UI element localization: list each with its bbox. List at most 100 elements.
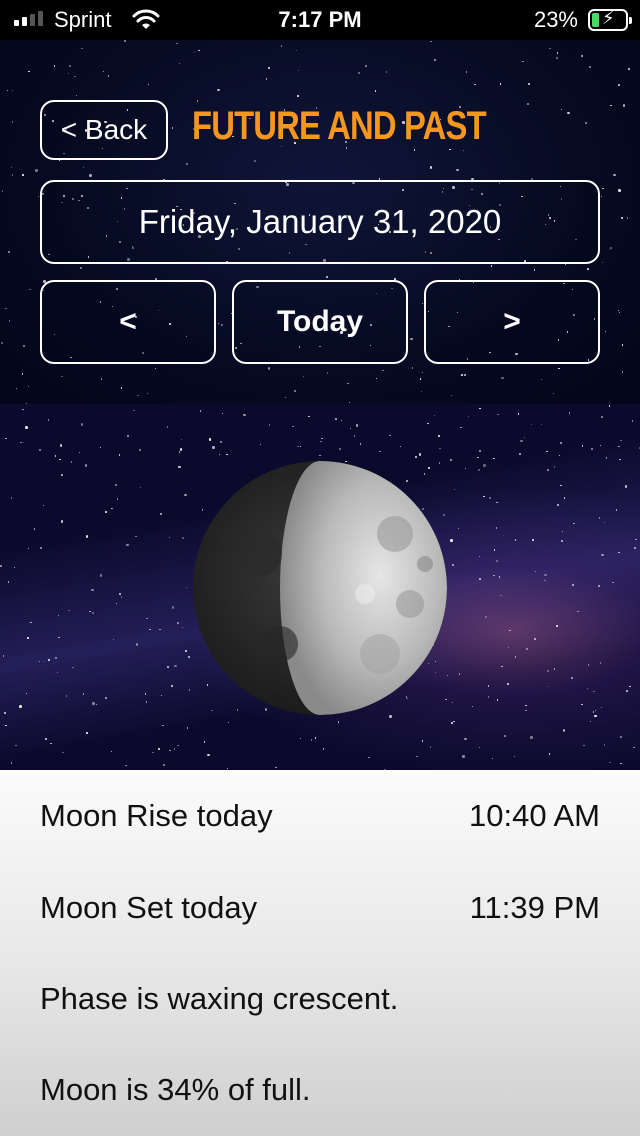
star [196, 100, 199, 102]
star [89, 174, 92, 177]
star [61, 375, 63, 378]
star [621, 371, 624, 373]
back-button[interactable]: < Back [40, 100, 168, 160]
star [347, 382, 349, 385]
star [5, 307, 7, 310]
status-bar: Sprint 7:17 PM 23% ⚡ [0, 0, 640, 40]
star [604, 330, 607, 333]
moon-info-panel: Moon Rise today 10:40 AM Moon Set today … [0, 770, 640, 1136]
star [549, 47, 551, 50]
star [552, 392, 555, 395]
today-button[interactable]: Today [232, 280, 408, 364]
star [74, 75, 76, 78]
star [23, 345, 25, 347]
star [608, 248, 611, 251]
star [527, 82, 531, 86]
star [628, 68, 630, 70]
star [522, 60, 524, 63]
star [198, 49, 200, 52]
star [75, 94, 78, 97]
star [28, 70, 30, 72]
star [27, 385, 30, 388]
star [410, 337, 413, 341]
star [326, 372, 329, 374]
star [600, 195, 603, 198]
charging-bolt-icon: ⚡ [602, 8, 615, 28]
star [11, 174, 14, 176]
star [610, 104, 612, 107]
star [193, 51, 196, 53]
star [587, 268, 589, 270]
star [171, 127, 173, 129]
star [419, 378, 422, 380]
date-label: Friday, January 31, 2020 [138, 203, 502, 240]
star [124, 40, 126, 42]
moon-phase-image [193, 461, 447, 715]
next-day-button[interactable]: > [424, 280, 600, 364]
star [297, 95, 299, 97]
star [374, 90, 376, 92]
star [618, 84, 620, 86]
star [567, 111, 570, 115]
header-starfield: < Back Future and Past Friday, January 3… [0, 40, 640, 404]
star [297, 69, 300, 72]
star [265, 78, 268, 80]
back-button-label: < Back [60, 114, 148, 145]
star [601, 261, 604, 264]
star [120, 387, 123, 389]
star [429, 166, 432, 169]
star [326, 276, 328, 278]
moon-rise-value: 10:40 AM [469, 798, 600, 833]
star [411, 367, 414, 369]
star [8, 320, 10, 322]
star [375, 377, 378, 379]
moon-rise-label: Moon Rise today [40, 798, 273, 833]
star [178, 62, 181, 65]
moon-percent-text: Moon is 34% of full. [40, 1072, 311, 1107]
star [456, 168, 459, 172]
moon-phase-text: Phase is waxing crescent. [40, 981, 399, 1016]
star [365, 65, 367, 67]
star [357, 71, 361, 75]
star [22, 174, 24, 176]
star [564, 263, 566, 266]
star [147, 83, 150, 86]
moon-icon [193, 461, 447, 715]
star [217, 322, 220, 324]
star [302, 375, 305, 378]
star [421, 302, 423, 305]
star [462, 149, 465, 152]
star [82, 166, 85, 169]
star [254, 160, 256, 162]
star [186, 163, 188, 165]
star [556, 57, 558, 59]
star [622, 104, 626, 107]
star [8, 251, 10, 253]
moon-set-value: 11:39 PM [469, 890, 600, 925]
star [80, 267, 82, 269]
moon-image-area [0, 404, 640, 770]
star [588, 65, 592, 69]
star [11, 89, 14, 92]
star [621, 217, 623, 219]
star [348, 401, 351, 403]
battery-percent: 23% [533, 7, 578, 32]
star [294, 390, 296, 392]
star [421, 371, 424, 374]
star [613, 173, 616, 176]
star [618, 189, 621, 192]
star [626, 217, 628, 219]
star [69, 65, 71, 67]
previous-day-button[interactable]: < [40, 280, 216, 364]
star [268, 67, 270, 69]
date-picker-button[interactable]: Friday, January 31, 2020 [40, 180, 600, 264]
star [464, 374, 466, 376]
star [430, 40, 432, 43]
star [11, 121, 14, 123]
star [102, 70, 105, 73]
star [284, 396, 287, 398]
star [382, 369, 384, 371]
battery-icon: ⚡ [588, 8, 632, 31]
star [1, 190, 4, 192]
star [21, 373, 23, 375]
